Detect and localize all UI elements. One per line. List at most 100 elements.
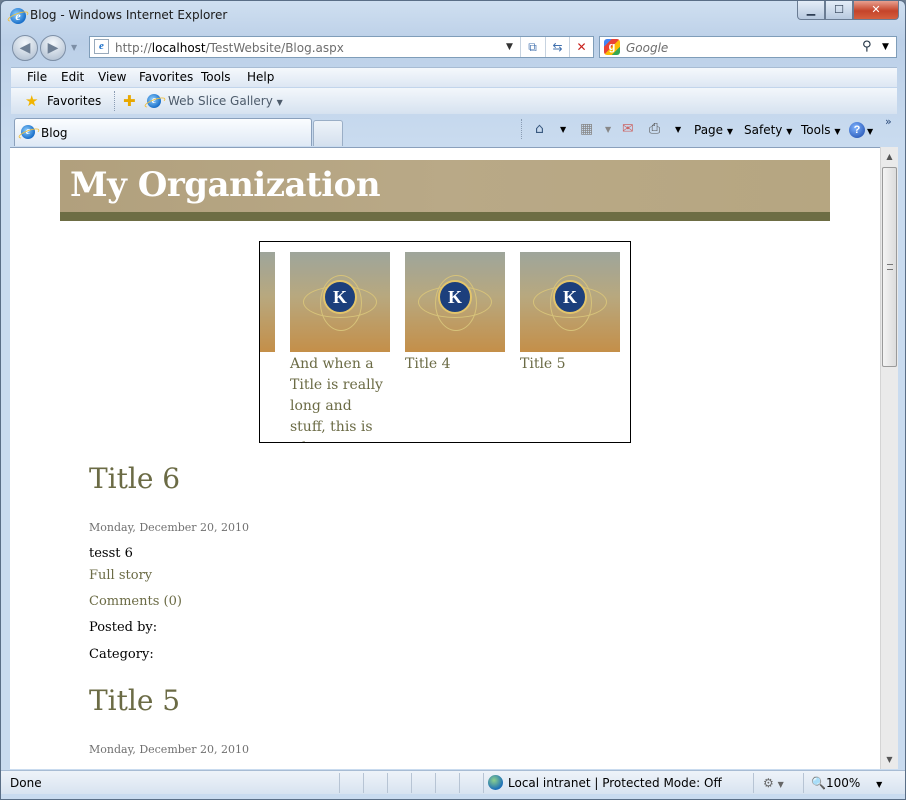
site-title: My Organization bbox=[70, 165, 381, 205]
separator bbox=[114, 91, 115, 111]
ie-window: e Blog - Windows Internet Explorer ▁ ☐ ✕… bbox=[0, 0, 906, 800]
feeds-dropdown-icon[interactable]: ▼ bbox=[605, 125, 611, 134]
menu-favorites[interactable]: Favorites bbox=[139, 70, 193, 84]
menu-view[interactable]: View bbox=[98, 70, 126, 84]
tab-page-icon: e bbox=[21, 125, 35, 139]
carousel-slide-caption[interactable]: Title 4 bbox=[405, 354, 505, 375]
print-dropdown-icon[interactable]: ▼ bbox=[675, 125, 681, 134]
recent-pages-dropdown-icon[interactable]: ▼ bbox=[71, 43, 77, 52]
web-slice-page-icon: e bbox=[147, 94, 161, 108]
safety-menu[interactable]: Safety ▼ bbox=[744, 123, 792, 137]
web-slice-gallery-link[interactable]: Web Slice Gallery ▼ bbox=[168, 94, 283, 108]
carousel-slide-caption[interactable]: Title 5 bbox=[520, 354, 620, 375]
separator bbox=[803, 773, 804, 793]
separator bbox=[339, 773, 340, 793]
carousel-slide-caption[interactable]: And when a Title is really long and stuf… bbox=[290, 354, 390, 442]
window-title: Blog - Windows Internet Explorer bbox=[30, 8, 228, 22]
feeds-icon[interactable]: ▦ bbox=[580, 121, 593, 137]
print-icon[interactable]: ⎙ bbox=[649, 121, 660, 137]
page-content[interactable]: My Organization K And when a Title is re… bbox=[10, 147, 880, 769]
back-button[interactable]: ◀ bbox=[12, 35, 38, 61]
post-date: Monday, December 20, 2010 bbox=[89, 743, 250, 756]
home-dropdown-icon[interactable]: ▼ bbox=[560, 125, 566, 134]
post-title[interactable]: Title 6 bbox=[89, 462, 180, 495]
carousel-slide-image[interactable]: K bbox=[290, 252, 390, 352]
web-slice-dropdown-icon[interactable]: ▼ bbox=[277, 98, 283, 107]
post-date: Monday, December 20, 2010 bbox=[89, 521, 250, 534]
zone-globe-icon bbox=[488, 775, 503, 790]
post-body: tesst 6 bbox=[89, 546, 133, 561]
header-strip bbox=[60, 212, 830, 221]
read-mail-icon[interactable]: ✉ bbox=[622, 121, 634, 137]
scrollbar-thumb[interactable] bbox=[882, 167, 897, 367]
title-bar[interactable]: e Blog - Windows Internet Explorer ▁ ☐ ✕ bbox=[1, 1, 905, 31]
address-bar[interactable]: e http://localhost/TestWebsite/Blog.aspx… bbox=[89, 36, 594, 58]
post-title[interactable]: Title 5 bbox=[89, 684, 180, 717]
tab-bar: e Blog ⌂ ▼ ▦ ▼ ✉ ⎙ ▼ Page ▼ Safety ▼ Too… bbox=[1, 115, 905, 147]
search-box[interactable]: g Google ⚲ ▼ bbox=[599, 36, 897, 58]
zoom-level[interactable]: 🔍100% ▼ bbox=[811, 776, 882, 790]
kiwanis-logo-icon: K bbox=[438, 280, 472, 314]
close-button[interactable]: ✕ bbox=[853, 1, 899, 20]
menu-edit[interactable]: Edit bbox=[61, 70, 84, 84]
status-bar: Done Local intranet | Protected Mode: Of… bbox=[1, 770, 905, 794]
window-controls: ▁ ☐ ✕ bbox=[797, 1, 899, 20]
scroll-up-icon[interactable]: ▲ bbox=[881, 148, 898, 165]
maximize-button[interactable]: ☐ bbox=[825, 1, 853, 20]
kiwanis-logo-icon: K bbox=[553, 280, 587, 314]
add-to-favorites-bar-icon[interactable]: ✚ bbox=[123, 92, 136, 110]
help-icon[interactable]: ? bbox=[849, 122, 865, 138]
security-zone-text[interactable]: Local intranet | Protected Mode: Off bbox=[508, 776, 722, 790]
posted-by-label: Posted by: bbox=[89, 620, 158, 635]
menu-file[interactable]: File bbox=[27, 70, 47, 84]
favorites-button[interactable]: Favorites bbox=[47, 94, 101, 108]
separator bbox=[363, 773, 364, 793]
ie-logo-icon: e bbox=[10, 8, 26, 24]
separator bbox=[387, 773, 388, 793]
category-label: Category: bbox=[89, 647, 154, 662]
menu-tools[interactable]: Tools bbox=[201, 70, 231, 84]
full-story-link[interactable]: Full story bbox=[89, 568, 152, 583]
separator bbox=[521, 119, 522, 139]
tab-label: Blog bbox=[41, 126, 68, 140]
search-input[interactable]: Google bbox=[626, 41, 668, 55]
carousel-slide-image[interactable] bbox=[260, 252, 275, 352]
new-tab-button[interactable] bbox=[313, 120, 343, 146]
zoom-dropdown-icon[interactable]: ▼ bbox=[876, 780, 882, 789]
navigation-bar: ◀ ▶ ▼ e http://localhost/TestWebsite/Blo… bbox=[1, 31, 905, 65]
image-carousel[interactable]: K And when a Title is really long and st… bbox=[259, 241, 631, 443]
separator bbox=[411, 773, 412, 793]
forward-button[interactable]: ▶ bbox=[40, 35, 66, 61]
separator bbox=[459, 773, 460, 793]
stop-icon[interactable]: ✕ bbox=[569, 37, 593, 57]
favorites-bar: ★ Favorites ✚ e Web Slice Gallery ▼ bbox=[11, 88, 897, 114]
page-icon: e bbox=[94, 39, 109, 54]
toolbar-overflow-icon[interactable]: » bbox=[885, 115, 892, 128]
minimize-button[interactable]: ▁ bbox=[797, 1, 825, 20]
menu-help[interactable]: Help bbox=[247, 70, 274, 84]
carousel-slide-image[interactable]: K bbox=[520, 252, 620, 352]
separator bbox=[435, 773, 436, 793]
search-icon[interactable]: ⚲ bbox=[862, 39, 872, 54]
tools-menu[interactable]: Tools ▼ bbox=[801, 123, 841, 137]
search-options-dropdown-icon[interactable]: ▼ bbox=[882, 42, 889, 52]
carousel-slide-image[interactable]: K bbox=[405, 252, 505, 352]
refresh-icon[interactable]: ⇆ bbox=[545, 37, 569, 57]
address-input[interactable]: http://localhost/TestWebsite/Blog.aspx bbox=[115, 41, 344, 55]
scroll-down-icon[interactable]: ▼ bbox=[881, 751, 898, 768]
scrollbar-grip bbox=[887, 264, 893, 270]
zoom-icon: 🔍 bbox=[811, 776, 826, 790]
status-text: Done bbox=[10, 776, 42, 790]
address-dropdown-icon[interactable]: ▼ bbox=[506, 42, 513, 52]
protected-mode-icon[interactable]: ⚙ ▼ bbox=[763, 776, 784, 790]
home-icon[interactable]: ⌂ bbox=[535, 121, 544, 137]
vertical-scrollbar[interactable]: ▲ ▼ bbox=[880, 147, 898, 769]
menu-bar: File Edit View Favorites Tools Help bbox=[11, 67, 897, 87]
tab-blog[interactable]: e Blog bbox=[14, 118, 312, 146]
page-menu[interactable]: Page ▼ bbox=[694, 123, 733, 137]
favorites-star-icon: ★ bbox=[25, 92, 39, 110]
google-icon: g bbox=[604, 39, 620, 55]
compatibility-view-icon[interactable]: ⧉ bbox=[520, 37, 544, 57]
comments-link[interactable]: Comments (0) bbox=[89, 594, 182, 609]
help-dropdown-icon[interactable]: ▼ bbox=[867, 123, 873, 137]
